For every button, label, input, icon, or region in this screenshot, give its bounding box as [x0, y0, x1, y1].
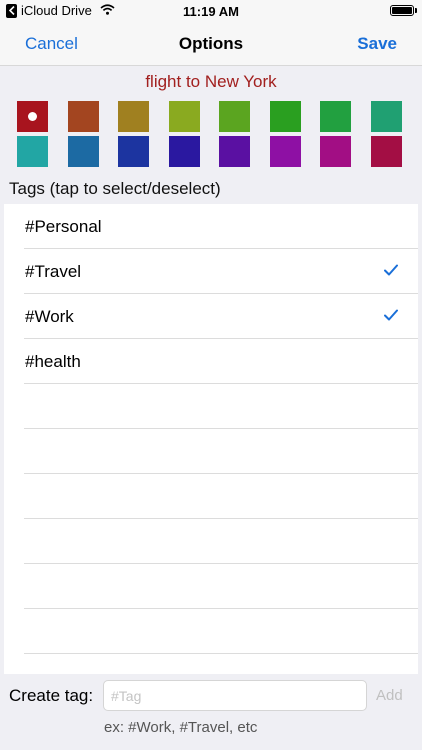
tag-list: #Personal #Travel #Work #health	[4, 204, 418, 674]
empty-row	[24, 609, 418, 654]
color-swatch[interactable]	[370, 101, 402, 132]
tag-row[interactable]: #health	[24, 339, 418, 384]
color-swatch[interactable]	[219, 136, 251, 167]
save-button[interactable]: Save	[357, 34, 397, 54]
color-swatch[interactable]	[219, 101, 251, 132]
tag-row[interactable]: #Travel	[24, 249, 418, 294]
color-swatch[interactable]	[118, 136, 150, 167]
color-swatch[interactable]	[17, 101, 48, 132]
note-title: flight to New York	[145, 72, 277, 91]
empty-row	[24, 519, 418, 564]
color-swatch[interactable]	[67, 136, 99, 167]
tag-label: #Travel	[25, 262, 82, 281]
color-swatch[interactable]	[118, 101, 150, 132]
tag-row[interactable]: #Work	[24, 294, 418, 339]
tag-input[interactable]	[103, 680, 367, 711]
color-picker	[17, 101, 402, 171]
tags-header: Tags (tap to select/deselect)	[9, 179, 221, 198]
color-swatch[interactable]	[269, 101, 301, 132]
status-bar: iCloud Drive 11:19 AM	[0, 0, 422, 22]
checkmark-icon	[384, 308, 398, 326]
tag-label: #Personal	[25, 217, 102, 236]
tag-row[interactable]: #Personal	[24, 204, 418, 249]
add-button[interactable]: Add	[376, 687, 403, 704]
navigation-bar: Cancel Options Save	[0, 22, 422, 66]
color-swatch[interactable]	[168, 136, 200, 167]
empty-row	[24, 474, 418, 519]
color-swatch[interactable]	[320, 101, 352, 132]
color-row-1	[17, 101, 402, 132]
tag-hint: ex: #Work, #Travel, etc	[104, 719, 258, 736]
color-swatch[interactable]	[269, 136, 301, 167]
checkmark-icon	[384, 263, 398, 281]
tag-label: #health	[25, 352, 81, 371]
tag-label: #Work	[25, 307, 74, 326]
color-swatch[interactable]	[370, 136, 402, 167]
empty-row	[24, 384, 418, 429]
empty-row	[24, 429, 418, 474]
status-time: 11:19 AM	[183, 4, 239, 19]
battery-icon	[390, 5, 414, 16]
color-row-2	[17, 136, 402, 167]
color-swatch[interactable]	[320, 136, 352, 167]
create-tag-label: Create tag:	[9, 686, 94, 705]
selected-dot-icon	[28, 112, 37, 121]
color-swatch[interactable]	[67, 101, 99, 132]
color-swatch[interactable]	[168, 101, 200, 132]
color-swatch[interactable]	[17, 136, 48, 167]
empty-row	[24, 564, 418, 609]
